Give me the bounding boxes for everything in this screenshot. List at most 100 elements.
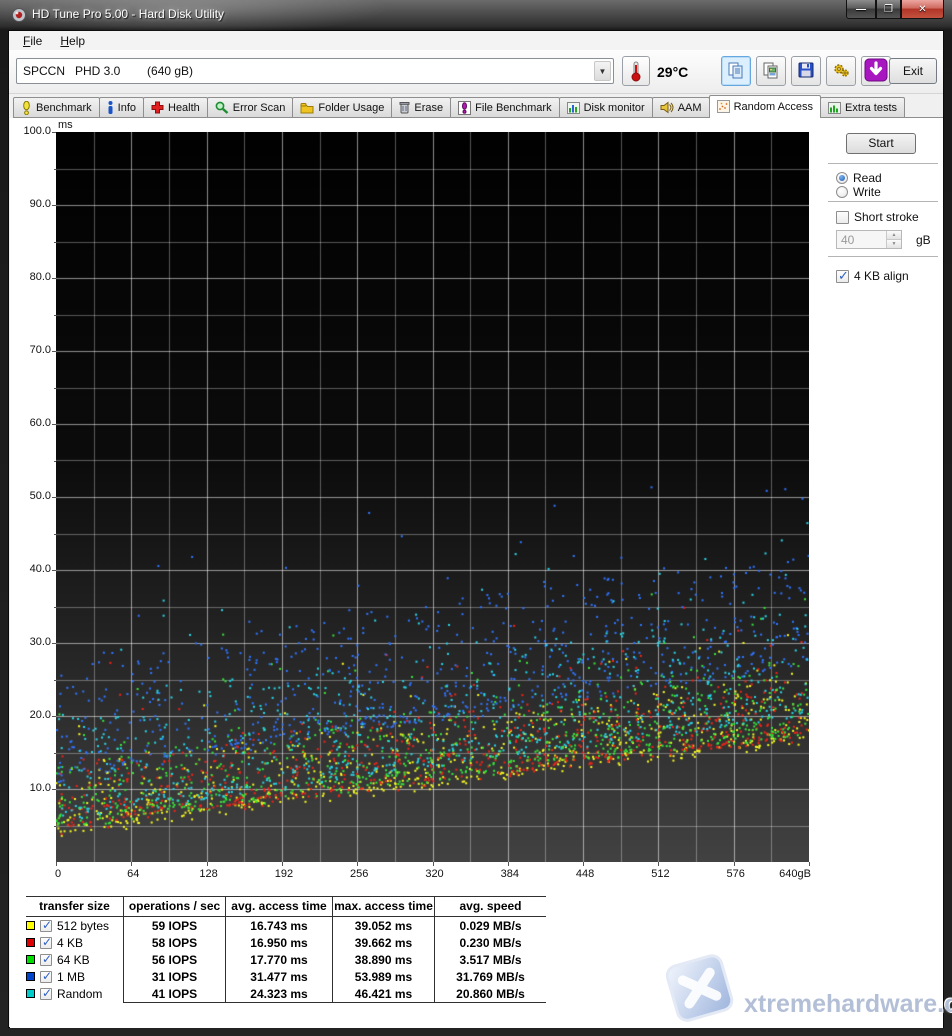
- close-button[interactable]: ✕: [901, 0, 944, 19]
- minimize-button[interactable]: —: [846, 0, 876, 19]
- tab-benchmark[interactable]: Benchmark: [13, 97, 100, 117]
- copy-image-button[interactable]: [756, 56, 786, 86]
- app-icon: [11, 7, 27, 26]
- spinner-down-icon[interactable]: ▼: [887, 239, 901, 248]
- transfer-size-label: Random: [57, 987, 102, 1001]
- y-axis-tick-label: 10.0: [11, 782, 51, 794]
- table-header-2: operations / sec: [123, 896, 225, 917]
- series-checkbox[interactable]: [40, 988, 52, 1000]
- disk-monitor-icon: [567, 102, 580, 114]
- table-header-4: max. access time: [332, 896, 434, 917]
- series-checkbox[interactable]: [40, 954, 52, 966]
- exit-button[interactable]: Exit: [889, 58, 937, 84]
- y-axis-tick-label: 50.0: [11, 490, 51, 502]
- options-button[interactable]: [826, 56, 856, 86]
- download-button[interactable]: [861, 56, 891, 86]
- health-icon: [151, 101, 164, 114]
- title-bar[interactable]: HD Tune Pro 5.00 - Hard Disk Utility — ❐…: [0, 0, 952, 30]
- 4kb-align-checkbox[interactable]: 4 KB align: [836, 269, 909, 283]
- folder-usage-icon: [300, 102, 314, 114]
- read-radio[interactable]: Read: [836, 171, 882, 185]
- tab-label: Random Access: [734, 101, 813, 113]
- random-access-tab-page: ms 10.020.030.040.050.060.070.080.090.01…: [10, 118, 943, 1028]
- avg-speed-value: 0.230 MB/s: [434, 934, 546, 951]
- avg-speed-value: 0.029 MB/s: [434, 917, 546, 934]
- y-axis-tick-label: 60.0: [11, 417, 51, 429]
- operations-value: 41 IOPS: [123, 985, 225, 1002]
- tab-health[interactable]: Health: [143, 97, 208, 117]
- x-axis-tick: [508, 862, 509, 866]
- table-header-5: avg. speed: [434, 896, 546, 917]
- info-icon: [107, 101, 114, 114]
- x-axis-tick-label: 384: [501, 868, 519, 880]
- x-axis-tick: [734, 862, 735, 866]
- tab-extra-tests[interactable]: Extra tests: [820, 97, 905, 117]
- spinner-up-icon[interactable]: ▲: [887, 231, 901, 239]
- series-color-swatch: [26, 921, 35, 930]
- short-stroke-checkbox-box[interactable]: [836, 211, 849, 224]
- transfer-size-label: 4 KB: [57, 936, 83, 950]
- short-stroke-checkbox[interactable]: Short stroke: [836, 210, 919, 224]
- tab-label: Erase: [414, 102, 443, 114]
- x-axis-tick-label: 64: [127, 868, 139, 880]
- erase-icon: [399, 101, 410, 114]
- y-axis-tick-label: 70.0: [11, 344, 51, 356]
- series-checkbox[interactable]: [40, 920, 52, 932]
- results-table: transfer sizeoperations / secavg. access…: [26, 896, 546, 1003]
- y-axis-tick-label: 30.0: [11, 636, 51, 648]
- avg-speed-value: 31.769 MB/s: [434, 968, 546, 985]
- table-row-label: 512 bytes: [26, 917, 123, 934]
- avg-access-value: 24.323 ms: [225, 985, 332, 1002]
- x-axis-tick: [433, 862, 434, 866]
- x-axis-tick-label: 448: [576, 868, 594, 880]
- avg-access-value: 17.770 ms: [225, 951, 332, 968]
- y-axis-tick-label: 100.0: [11, 125, 51, 137]
- temperature-button[interactable]: [622, 56, 650, 86]
- tab-erase[interactable]: Erase: [391, 97, 451, 117]
- x-axis-tick-label: 320: [425, 868, 443, 880]
- tab-error-scan[interactable]: Error Scan: [207, 97, 294, 117]
- file-benchmark-icon: [458, 101, 471, 115]
- chevron-down-icon[interactable]: ▼: [594, 61, 611, 81]
- tab-random-access[interactable]: Random Access: [709, 95, 821, 118]
- x-axis-tick: [809, 862, 810, 866]
- table-row-label: 1 MB: [26, 968, 123, 985]
- maximize-button[interactable]: ❐: [876, 0, 901, 19]
- copy-text-button[interactable]: [721, 56, 751, 86]
- max-access-value: 39.052 ms: [332, 917, 434, 934]
- y-axis-tick-label: 40.0: [11, 563, 51, 575]
- write-radio[interactable]: Write: [836, 185, 881, 199]
- tab-aam[interactable]: AAM: [652, 97, 710, 117]
- toolbar: SPCCN PHD 3.0 (640 gB) ▼ 29°C Exit: [9, 50, 943, 94]
- series-checkbox[interactable]: [40, 937, 52, 949]
- x-axis-tick-label: 192: [275, 868, 293, 880]
- menu-item-help[interactable]: Help: [53, 32, 92, 50]
- save-button[interactable]: [791, 56, 821, 86]
- window-title: HD Tune Pro 5.00 - Hard Disk Utility: [32, 7, 224, 21]
- drive-select[interactable]: SPCCN PHD 3.0 (640 gB) ▼: [16, 58, 614, 84]
- drive-select-value: SPCCN PHD 3.0 (640 gB): [17, 64, 193, 78]
- tab-strip: BenchmarkInfoHealthError ScanFolder Usag…: [13, 95, 943, 118]
- write-radio-circle[interactable]: [836, 186, 848, 198]
- x-axis-tick-label: 0: [55, 868, 61, 880]
- read-radio-circle[interactable]: [836, 172, 848, 184]
- aam-icon: [660, 101, 674, 114]
- stroke-size-spinner[interactable]: 40 ▲ ▼: [836, 230, 902, 249]
- app-window: HD Tune Pro 5.00 - Hard Disk Utility — ❐…: [0, 0, 952, 1036]
- start-button[interactable]: Start: [846, 133, 916, 154]
- series-color-swatch: [26, 989, 35, 998]
- stroke-size-value: 40: [841, 233, 854, 247]
- tab-folder-usage[interactable]: Folder Usage: [292, 97, 392, 117]
- operations-value: 31 IOPS: [123, 968, 225, 985]
- x-axis-tick: [207, 862, 208, 866]
- series-color-swatch: [26, 972, 35, 981]
- series-checkbox[interactable]: [40, 971, 52, 983]
- avg-speed-value: 3.517 MB/s: [434, 951, 546, 968]
- tab-file-benchmark[interactable]: File Benchmark: [450, 97, 559, 117]
- tab-disk-monitor[interactable]: Disk monitor: [559, 97, 653, 117]
- menu-item-file[interactable]: File: [16, 32, 49, 50]
- tab-info[interactable]: Info: [99, 97, 144, 117]
- watermark-text: xtremehardware.com: [744, 990, 952, 1019]
- menu-bar: FileHelp: [9, 31, 943, 50]
- 4kb-align-checkbox-box[interactable]: [836, 270, 849, 283]
